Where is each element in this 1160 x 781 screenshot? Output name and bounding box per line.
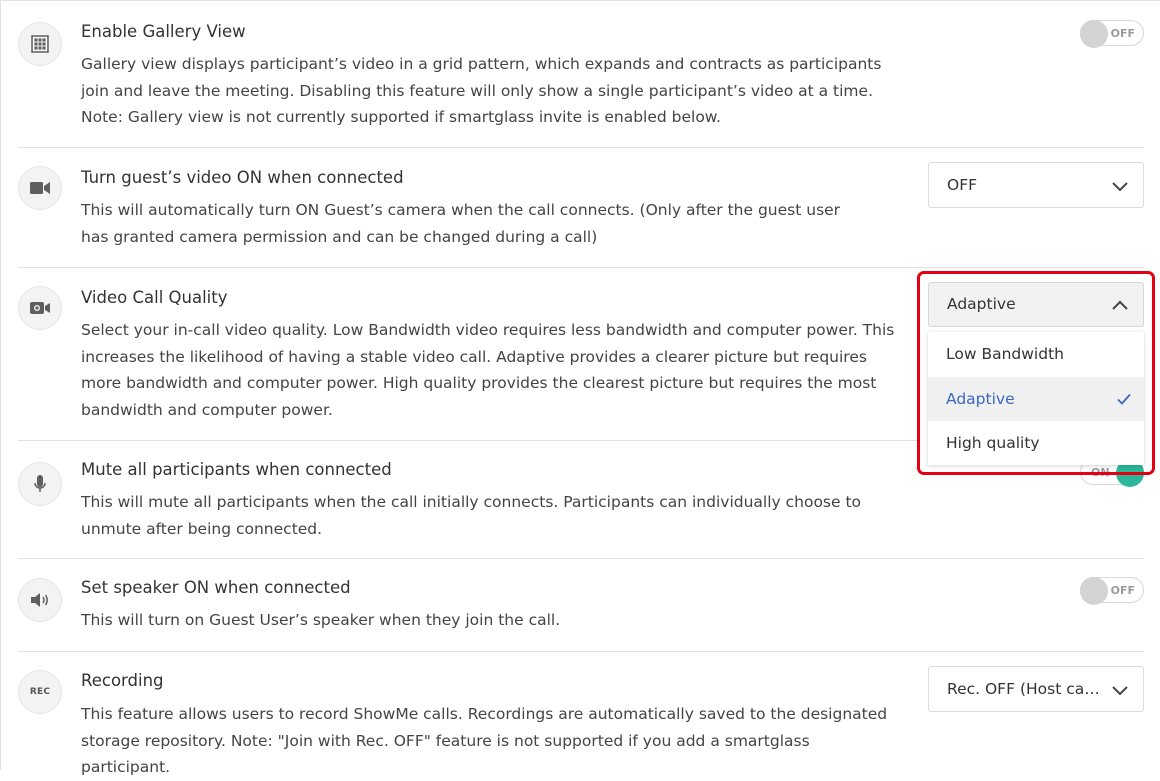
- setting-title: Enable Gallery View: [81, 22, 246, 41]
- microphone-icon: [18, 462, 62, 506]
- setting-gallery-view: Enable Gallery View Gallery view display…: [18, 20, 1144, 130]
- recording-select[interactable]: Rec. OFF (Host can...: [928, 666, 1144, 712]
- toggle-knob: [1080, 20, 1108, 48]
- setting-guest-video: Turn guest’s video ON when connected Thi…: [18, 162, 1144, 252]
- speaker-toggle[interactable]: OFF: [1080, 577, 1144, 605]
- setting-title: Turn guest’s video ON when connected: [81, 168, 404, 187]
- setting-description: This will mute all participants when the…: [81, 493, 862, 538]
- chevron-down-icon: [1112, 182, 1128, 192]
- setting-description: This will automatically turn ON Guest’s …: [81, 201, 841, 246]
- select-value: OFF: [947, 176, 978, 194]
- chevron-down-icon: [1112, 686, 1128, 696]
- setting-description: Select your in-call video quality. Low B…: [81, 321, 895, 419]
- camera-icon: [18, 286, 62, 330]
- highlight-box: [917, 271, 1155, 475]
- divider: [18, 267, 1144, 268]
- toggle-knob: [1080, 577, 1108, 605]
- divider: [18, 440, 918, 441]
- toggle-label: OFF: [1110, 584, 1135, 597]
- divider: [18, 147, 1144, 148]
- grid-icon: [18, 22, 62, 66]
- divider: [18, 651, 1144, 652]
- setting-speaker: Set speaker ON when connected This will …: [18, 576, 1144, 638]
- setting-description: This feature allows users to record Show…: [81, 705, 888, 776]
- setting-description: Gallery view displays participant’s vide…: [81, 55, 882, 126]
- setting-title: Recording: [81, 671, 164, 690]
- select-value: Rec. OFF (Host can...: [947, 680, 1107, 698]
- toggle-label: OFF: [1110, 27, 1135, 40]
- speaker-icon: [18, 578, 62, 622]
- setting-title: Set speaker ON when connected: [81, 578, 351, 597]
- rec-icon-text: REC: [29, 687, 51, 697]
- setting-recording: REC Recording This feature allows users …: [18, 666, 1144, 776]
- guest-video-select[interactable]: OFF: [928, 162, 1144, 208]
- video-camera-icon: [18, 166, 62, 210]
- setting-title: Video Call Quality: [81, 288, 228, 307]
- setting-title: Mute all participants when connected: [81, 460, 392, 479]
- rec-icon: REC: [18, 670, 62, 714]
- gallery-view-toggle[interactable]: OFF: [1080, 20, 1144, 48]
- divider: [18, 558, 1144, 559]
- setting-description: This will turn on Guest User’s speaker w…: [81, 611, 561, 629]
